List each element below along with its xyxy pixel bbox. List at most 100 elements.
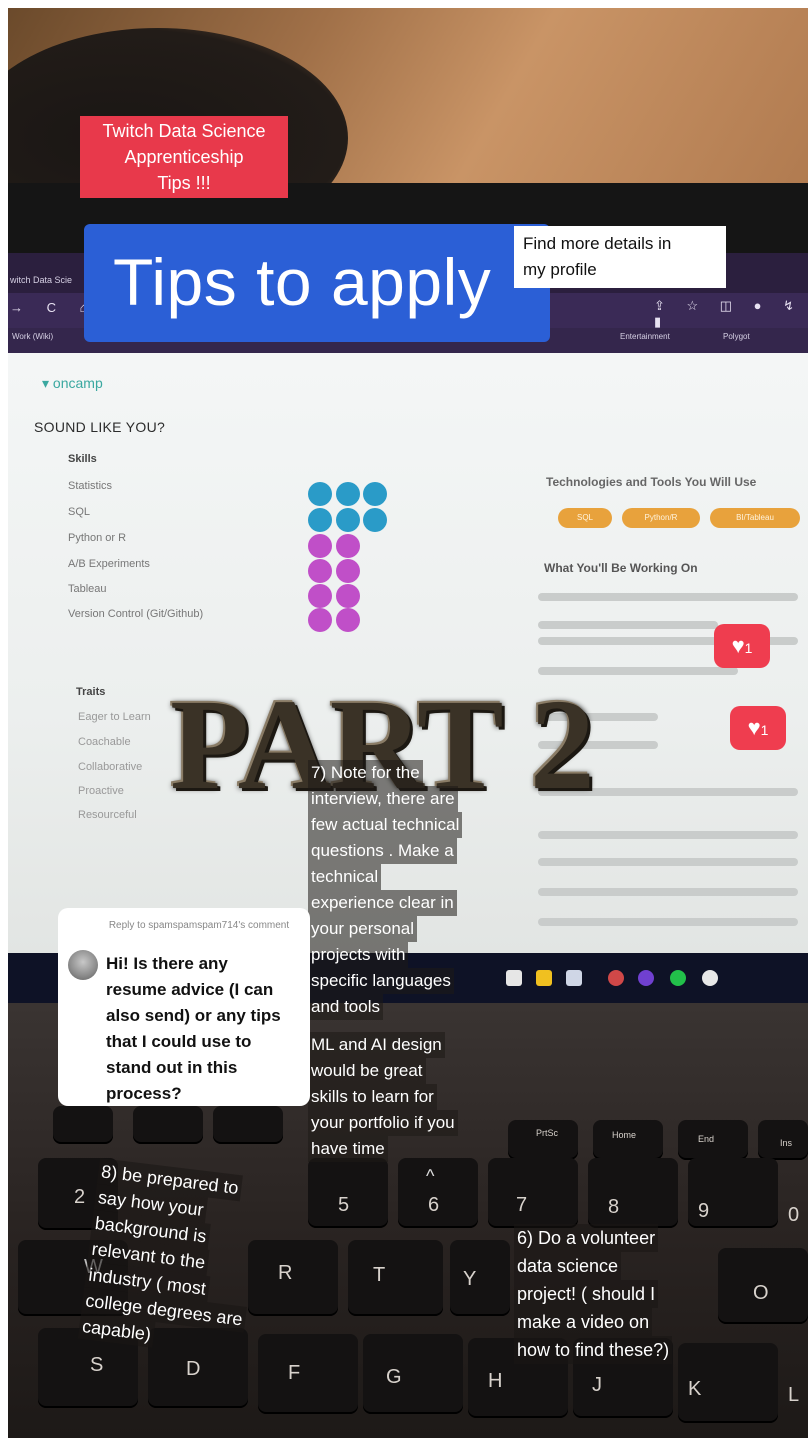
taskbar-app-icon[interactable] <box>670 970 686 986</box>
taskbar-app-icon[interactable] <box>702 970 718 986</box>
caption-line: projects with <box>308 942 409 968</box>
key-label: T <box>373 1264 386 1286</box>
key-label: 6 <box>428 1194 440 1216</box>
key-label: PrtSc <box>536 1128 559 1138</box>
keyboard-key <box>508 1120 578 1160</box>
question-line: stand out in this <box>106 1058 238 1077</box>
key-label: O <box>753 1282 769 1304</box>
question-line: that I could use to <box>106 1032 252 1051</box>
title-tag: Twitch Data Science Apprenticeship Tips … <box>80 116 288 198</box>
banner-title: Tips to apply <box>113 245 492 319</box>
skill-dot <box>308 482 332 506</box>
taskbar-app-icon[interactable] <box>536 970 552 986</box>
skill-item: Version Control (Git/Github) <box>68 608 204 620</box>
keyboard-key <box>450 1240 510 1316</box>
taskbar-app-icon[interactable] <box>566 970 582 986</box>
key-label: L <box>788 1384 800 1406</box>
caption-line: interview, there are <box>308 786 458 812</box>
profile-callout-line: my profile <box>523 260 597 279</box>
skills-heading: Skills <box>68 453 97 465</box>
work-bullet-line <box>538 918 798 926</box>
trait-item: Eager to Learn <box>78 711 151 723</box>
work-bullet-line <box>538 621 718 629</box>
key-label: H <box>488 1370 503 1392</box>
reply-to-label: Reply to spamspamspam714's comment <box>108 920 290 931</box>
like-bubble: ♥1 <box>714 624 770 668</box>
caption-line: technical <box>308 864 382 890</box>
work-bullet-line <box>538 831 798 839</box>
tech-heading: Technologies and Tools You Will Use <box>546 475 757 489</box>
caption-line: how to find these?) <box>514 1336 673 1364</box>
caption-line: have time <box>308 1136 388 1162</box>
key-label: G <box>386 1366 402 1388</box>
trait-item: Proactive <box>78 785 124 797</box>
skill-dot <box>363 508 387 532</box>
keyboard-key <box>133 1106 203 1144</box>
browser-toolbar-icons: ⇪ ☆ ◫ ● ↯ ▮ <box>654 298 804 329</box>
key-label: 9 <box>698 1200 710 1222</box>
taskbar-app-icon[interactable] <box>506 970 522 986</box>
profile-callout: Find more details in my profile <box>514 226 726 288</box>
like-bubble: ♥1 <box>730 706 786 750</box>
tech-pill: SQL <box>558 508 612 528</box>
key-label: Ins <box>780 1138 793 1148</box>
caption-line: few actual technical <box>308 812 463 838</box>
title-tag-line: Tips !!! <box>157 173 211 193</box>
taskbar-app-icon[interactable] <box>608 970 624 986</box>
skill-dot <box>308 508 332 532</box>
taskbar-app-icon[interactable] <box>638 970 654 986</box>
tech-pill: BI/Tableau <box>710 508 800 528</box>
bookmark-item: Entertainment <box>620 332 670 341</box>
site-logo: ▾ oncamp <box>42 375 103 391</box>
tip-8-caption: 8) be prepared to say how your backgroun… <box>77 1158 299 1363</box>
tech-pill: Python/R <box>622 508 700 528</box>
skill-item: Python or R <box>68 532 127 544</box>
skill-item: SQL <box>68 506 91 518</box>
key-label: End <box>698 1134 715 1144</box>
work-bullet-line <box>538 858 798 866</box>
skill-dot <box>308 559 332 583</box>
work-bullet-line <box>538 593 798 601</box>
heart-icon: ♥ <box>731 633 745 658</box>
keyboard-key <box>53 1106 113 1144</box>
key-label: 0 <box>788 1204 800 1226</box>
keyboard-key <box>348 1240 443 1316</box>
keyboard-key <box>593 1120 663 1160</box>
caption-line: specific languages <box>308 968 454 994</box>
key-label: D <box>186 1358 201 1380</box>
question-line: Hi! Is there any <box>106 954 228 973</box>
key-label: Y <box>463 1268 477 1290</box>
caption-line: data science <box>514 1252 622 1280</box>
skill-item: Tableau <box>68 583 107 595</box>
question-line: also send) or any tips <box>106 1006 281 1025</box>
tip-7-caption: 7) Note for the interview, there are few… <box>308 760 508 1162</box>
trait-item: Resourceful <box>78 809 137 821</box>
keyboard-key <box>363 1334 463 1414</box>
key-label: 7 <box>516 1194 528 1216</box>
bookmark-item: Polygot <box>723 332 750 341</box>
section-heading: SOUND LIKE YOU? <box>34 419 166 435</box>
profile-callout-line: Find more details in <box>523 234 672 253</box>
key-label: K <box>688 1378 702 1400</box>
caption-line: skills to learn for <box>308 1084 437 1110</box>
skill-dot <box>336 534 360 558</box>
keyboard-key <box>588 1158 678 1228</box>
browser-tab-label: witch Data Scie <box>10 275 73 285</box>
key-label: F <box>288 1362 301 1384</box>
tip-6-caption: 6) Do a volunteer data science project! … <box>514 1224 724 1364</box>
key-label: Home <box>612 1130 637 1140</box>
question-line: resume advice (I can <box>106 980 274 999</box>
skill-dot <box>308 608 332 632</box>
caption-line: your personal <box>308 916 418 942</box>
caption-line: experience clear in <box>308 890 457 916</box>
skill-dot <box>336 559 360 583</box>
keyboard-key <box>488 1158 578 1228</box>
skill-dot <box>336 584 360 608</box>
video-frame: witch Data Scie → C ⌂ ⇪ ☆ ◫ ● ↯ ▮ Work (… <box>8 8 808 1438</box>
comment-question: Hi! Is there any resume advice (I can al… <box>106 951 302 1107</box>
like-count: 1 <box>744 640 753 656</box>
caption-line: ML and AI design <box>308 1032 445 1058</box>
like-count: 1 <box>760 722 769 738</box>
caption-line: 7) Note for the <box>308 760 423 786</box>
avatar <box>68 950 98 980</box>
